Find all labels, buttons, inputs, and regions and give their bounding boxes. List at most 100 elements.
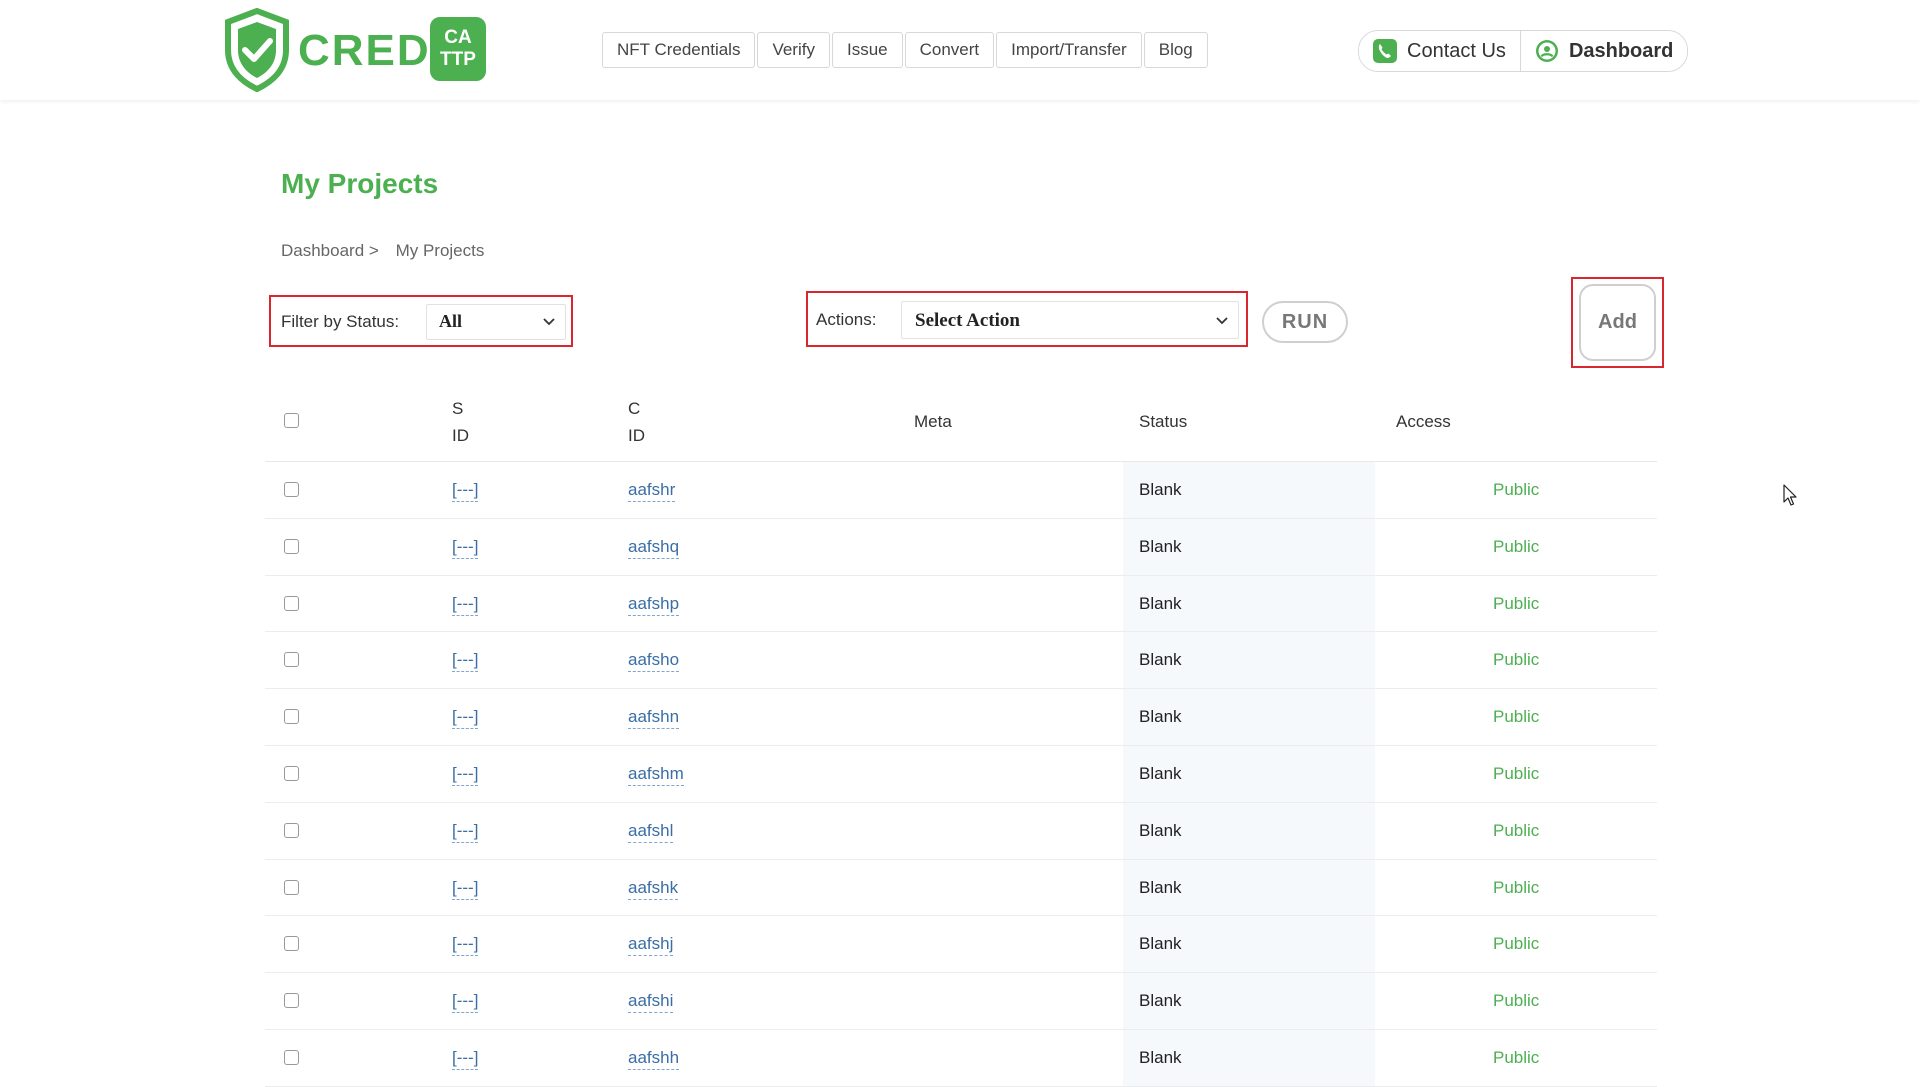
header-access[interactable]: Access [1396, 408, 1451, 435]
nav-convert[interactable]: Convert [904, 32, 995, 68]
table-row: [---] aafshl Blank Public [265, 803, 1657, 860]
row-status: Blank [1139, 991, 1182, 1011]
row-status: Blank [1139, 536, 1182, 556]
nav-issue[interactable]: Issue [831, 32, 903, 68]
header-s-id-line1: S [452, 399, 464, 418]
contact-us-label: Contact Us [1407, 39, 1506, 62]
table-row: [---] aafshi Blank Public [265, 973, 1657, 1030]
row-c-id-link[interactable]: aafshq [628, 537, 680, 559]
row-access: Public [1493, 763, 1540, 783]
row-status: Blank [1139, 593, 1182, 613]
actions-select[interactable]: Select Action [901, 301, 1239, 339]
chevron-down-icon [543, 318, 555, 326]
row-checkbox[interactable] [284, 538, 299, 554]
row-access: Public [1493, 934, 1540, 954]
table-row: [---] aafshj Blank Public [265, 916, 1657, 974]
header-status[interactable]: Status [1139, 408, 1187, 435]
header-s-id-line2: ID [452, 426, 469, 445]
row-s-id-link[interactable]: [---] [452, 650, 479, 673]
actions-label: Actions: [816, 310, 877, 329]
row-checkbox[interactable] [284, 709, 299, 725]
header-c-id[interactable]: C ID [628, 395, 645, 449]
row-s-id-link[interactable]: [---] [452, 537, 479, 559]
row-checkbox[interactable] [284, 652, 299, 668]
row-access: Public [1493, 991, 1540, 1011]
row-c-id-link[interactable]: aafshm [628, 764, 684, 786]
add-button[interactable]: Add [1579, 284, 1656, 361]
phone-icon [1373, 39, 1397, 63]
table-header: S ID C ID Meta Status Access [265, 385, 1657, 462]
row-c-id-link[interactable]: aafshk [628, 878, 679, 900]
top-header: CREDLY CA TTP NFT Credentials Verify Iss… [0, 0, 1920, 100]
row-s-id-link[interactable]: [---] [452, 594, 479, 616]
row-status: Blank [1139, 877, 1182, 897]
row-s-id-link[interactable]: [---] [452, 480, 479, 502]
row-checkbox[interactable] [284, 822, 299, 838]
row-checkbox[interactable] [284, 879, 299, 895]
projects-table: S ID C ID Meta Status Access [---] aafshr… [265, 385, 1657, 1087]
bulk-actions-group: Actions: Select Action [806, 291, 1248, 347]
row-c-id-link[interactable]: aafshp [628, 594, 680, 616]
row-access: Public [1493, 650, 1540, 670]
row-checkbox[interactable] [284, 993, 299, 1009]
row-checkbox[interactable] [284, 1049, 299, 1065]
table-body: [---] aafshr Blank Public [---] aafshq Blank Pu… [265, 462, 1657, 1087]
nav-nft-credentials[interactable]: NFT Credentials [602, 32, 756, 68]
brand-badge-line2: TTP [440, 49, 476, 70]
contact-us-button[interactable]: Contact Us [1359, 31, 1520, 71]
row-status: Blank [1139, 763, 1182, 783]
nav-verify[interactable]: Verify [757, 32, 830, 68]
credly-logo[interactable]: CREDLY CA TTP [224, 8, 486, 92]
row-s-id-link[interactable]: [---] [452, 934, 479, 957]
table-row: [---] aafshm Blank Public [265, 746, 1657, 803]
table-row: [---] aafshh Blank Public [265, 1030, 1657, 1087]
row-s-id-link[interactable]: [---] [452, 991, 479, 1014]
row-checkbox[interactable] [284, 936, 299, 952]
row-checkbox[interactable] [284, 482, 299, 497]
filter-status-value: All [439, 311, 463, 331]
breadcrumb-current: My Projects [395, 241, 485, 260]
row-c-id-link[interactable]: aafshh [628, 1048, 680, 1070]
row-access: Public [1493, 480, 1540, 499]
row-s-id-link[interactable]: [---] [452, 764, 479, 786]
run-button[interactable]: RUN [1262, 301, 1348, 343]
row-access: Public [1493, 1047, 1540, 1067]
row-s-id-link[interactable]: [---] [452, 1048, 479, 1070]
row-s-id-link[interactable]: [---] [452, 878, 479, 900]
row-status: Blank [1139, 1047, 1182, 1067]
row-status: Blank [1139, 934, 1182, 954]
filter-status-label: Filter by Status: [281, 312, 400, 331]
row-status: Blank [1139, 650, 1182, 670]
row-c-id-link[interactable]: aafshn [628, 707, 680, 730]
header-meta[interactable]: Meta [914, 408, 952, 435]
select-all-checkbox[interactable] [284, 413, 299, 428]
brand-badge-line1: CA [444, 27, 472, 48]
row-c-id-link[interactable]: aafshi [628, 991, 674, 1014]
actions-select-value: Select Action [915, 310, 1021, 331]
row-status: Blank [1139, 820, 1182, 840]
header-c-id-line2: ID [628, 426, 645, 445]
row-c-id-link[interactable]: aafshj [628, 934, 674, 957]
row-c-id-link[interactable]: aafsho [628, 650, 680, 673]
row-access: Public [1493, 877, 1540, 897]
row-checkbox[interactable] [284, 595, 299, 611]
table-row: [---] aafshn Blank Public [265, 689, 1657, 746]
header-actions: Contact Us Dashboard [1358, 30, 1689, 72]
nav-import-transfer[interactable]: Import/Transfer [996, 32, 1142, 68]
dashboard-button[interactable]: Dashboard [1519, 31, 1688, 71]
row-checkbox[interactable] [284, 765, 299, 781]
row-c-id-link[interactable]: aafshr [628, 480, 676, 502]
dashboard-label: Dashboard [1568, 39, 1674, 62]
row-s-id-link[interactable]: [---] [452, 707, 479, 730]
table-row: [---] aafshk Blank Public [265, 860, 1657, 917]
header-s-id[interactable]: S ID [452, 395, 469, 449]
filter-status-select[interactable]: All [426, 304, 566, 340]
nav-blog[interactable]: Blog [1143, 32, 1208, 68]
row-status: Blank [1139, 707, 1182, 727]
row-c-id-link[interactable]: aafshl [628, 821, 674, 843]
row-access: Public [1493, 707, 1540, 727]
row-s-id-link[interactable]: [---] [452, 821, 479, 843]
status-filter-group: Filter by Status: All [269, 295, 573, 347]
brand-badge: CA TTP [430, 17, 486, 81]
breadcrumb-dashboard[interactable]: Dashboard > [281, 241, 379, 260]
